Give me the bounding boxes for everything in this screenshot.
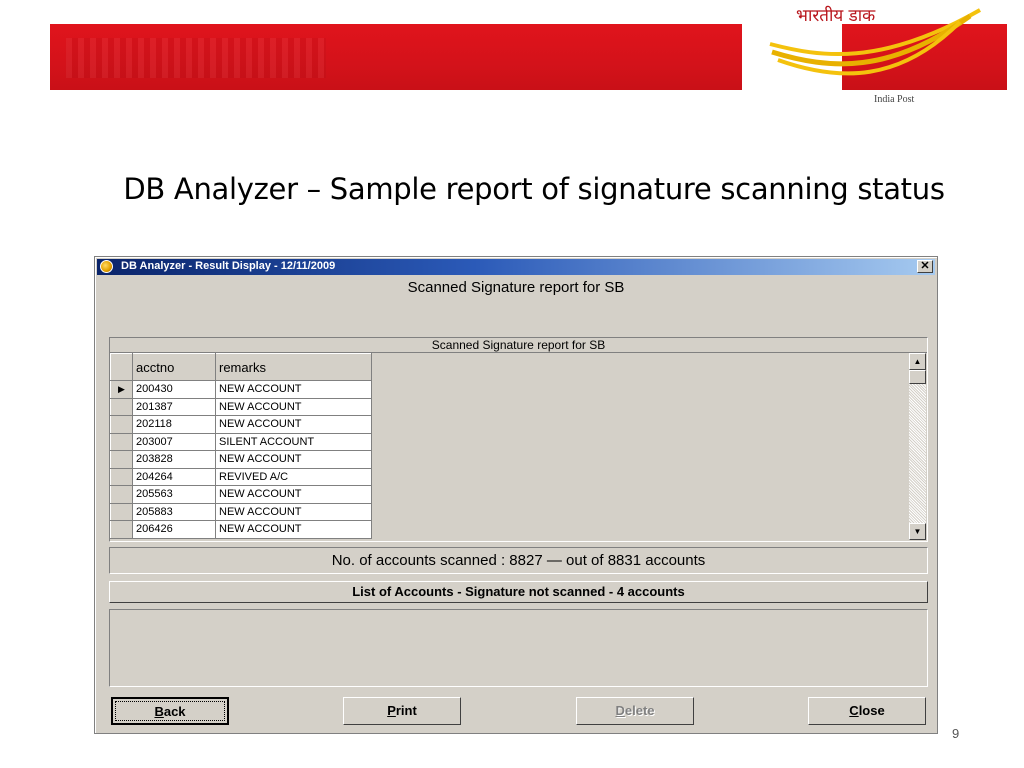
logo-english-text: India Post <box>874 94 915 105</box>
close-mnemonic: C <box>849 703 859 718</box>
column-header-remarks[interactable]: remarks <box>215 353 372 381</box>
cell-acctno[interactable]: 203828 <box>132 450 216 469</box>
slide-title-text: DB Analyzer – Sample report of signature… <box>123 172 945 206</box>
report-grid: Scanned Signature report for SB acctno r… <box>109 337 928 542</box>
cell-remarks[interactable]: NEW ACCOUNT <box>215 520 372 539</box>
row-indicator <box>110 520 133 539</box>
result-display-window: DB Analyzer - Result Display - 12/11/200… <box>94 256 938 734</box>
cell-acctno[interactable]: 205883 <box>132 502 216 521</box>
print-mnemonic: P <box>387 703 396 718</box>
accounts-table: acctno remarks ▶ 200430 NEW ACCOUNT 2013… <box>110 353 372 539</box>
vertical-scrollbar[interactable]: ▲ ▼ <box>909 353 926 540</box>
cell-remarks[interactable]: NEW ACCOUNT <box>215 380 372 399</box>
back-label: ack <box>163 704 186 719</box>
cell-acctno[interactable]: 202118 <box>132 415 216 434</box>
table-row[interactable]: 205883 NEW ACCOUNT <box>110 502 372 521</box>
table-row[interactable]: 203007 SILENT ACCOUNT <box>110 432 372 451</box>
back-mnemonic: B <box>154 704 164 719</box>
cell-acctno[interactable]: 204264 <box>132 467 216 486</box>
table-row[interactable]: 203828 NEW ACCOUNT <box>110 450 372 469</box>
cell-acctno[interactable]: 201387 <box>132 397 216 416</box>
print-label: rint <box>395 703 417 718</box>
cell-remarks[interactable]: NEW ACCOUNT <box>215 450 372 469</box>
grid-caption: Scanned Signature report for SB <box>110 338 927 353</box>
app-icon <box>100 260 113 273</box>
cell-acctno[interactable]: 200430 <box>132 380 216 399</box>
row-indicator <box>110 502 133 521</box>
delete-label: elete <box>624 703 655 718</box>
page-number: 9 <box>952 726 960 741</box>
not-scanned-list[interactable] <box>109 609 928 687</box>
table-row[interactable]: 204264 REVIVED A/C <box>110 467 372 486</box>
row-indicator <box>110 467 133 486</box>
cell-remarks[interactable]: NEW ACCOUNT <box>215 502 372 521</box>
report-heading: Scanned Signature report for SB <box>407 279 625 296</box>
scanned-count-label: No. of accounts scanned : 8827 — out of … <box>109 547 928 574</box>
scroll-thumb[interactable] <box>909 370 926 384</box>
scroll-up-icon[interactable]: ▲ <box>909 353 926 370</box>
row-indicator <box>110 415 133 434</box>
cell-acctno[interactable]: 203007 <box>132 432 216 451</box>
cell-remarks[interactable]: REVIVED A/C <box>215 467 372 486</box>
slide-title: DB Analyzer – Sample report of signature… <box>0 172 1024 206</box>
current-row-indicator-icon: ▶ <box>110 380 133 399</box>
cell-acctno[interactable]: 206426 <box>132 520 216 539</box>
table-row[interactable]: 201387 NEW ACCOUNT <box>110 397 372 416</box>
print-button[interactable]: Print <box>343 697 461 725</box>
window-close-button[interactable]: ✕ <box>917 260 933 273</box>
scroll-down-icon[interactable]: ▼ <box>909 523 926 540</box>
table-row[interactable]: 202118 NEW ACCOUNT <box>110 415 372 434</box>
table-header-row: acctno remarks <box>110 353 372 381</box>
table-row[interactable]: ▶ 200430 NEW ACCOUNT <box>110 380 372 399</box>
logo-hindi-text: भारतीय डाक <box>796 6 876 26</box>
banner-texture <box>66 38 326 78</box>
row-indicator <box>110 397 133 416</box>
row-indicator <box>110 485 133 504</box>
row-indicator <box>110 432 133 451</box>
delete-mnemonic: D <box>615 703 625 718</box>
cell-remarks[interactable]: NEW ACCOUNT <box>215 485 372 504</box>
column-header-acctno[interactable]: acctno <box>132 353 216 381</box>
back-button[interactable]: Back <box>111 697 229 725</box>
cell-remarks[interactable]: SILENT ACCOUNT <box>215 432 372 451</box>
cell-acctno[interactable]: 205563 <box>132 485 216 504</box>
cell-remarks[interactable]: NEW ACCOUNT <box>215 397 372 416</box>
table-row[interactable]: 205563 NEW ACCOUNT <box>110 485 372 504</box>
table-row[interactable]: 206426 NEW ACCOUNT <box>110 520 372 539</box>
cell-remarks[interactable]: NEW ACCOUNT <box>215 415 372 434</box>
close-button[interactable]: Close <box>808 697 926 725</box>
row-indicator <box>110 450 133 469</box>
not-scanned-list-header: List of Accounts - Signature not scanned… <box>109 581 928 603</box>
close-label: lose <box>858 703 885 718</box>
window-title: DB Analyzer - Result Display - 12/11/200… <box>121 260 336 272</box>
row-indicator-header <box>110 353 133 381</box>
window-titlebar[interactable]: DB Analyzer - Result Display - 12/11/200… <box>97 259 935 275</box>
delete-button[interactable]: Delete <box>576 697 694 725</box>
